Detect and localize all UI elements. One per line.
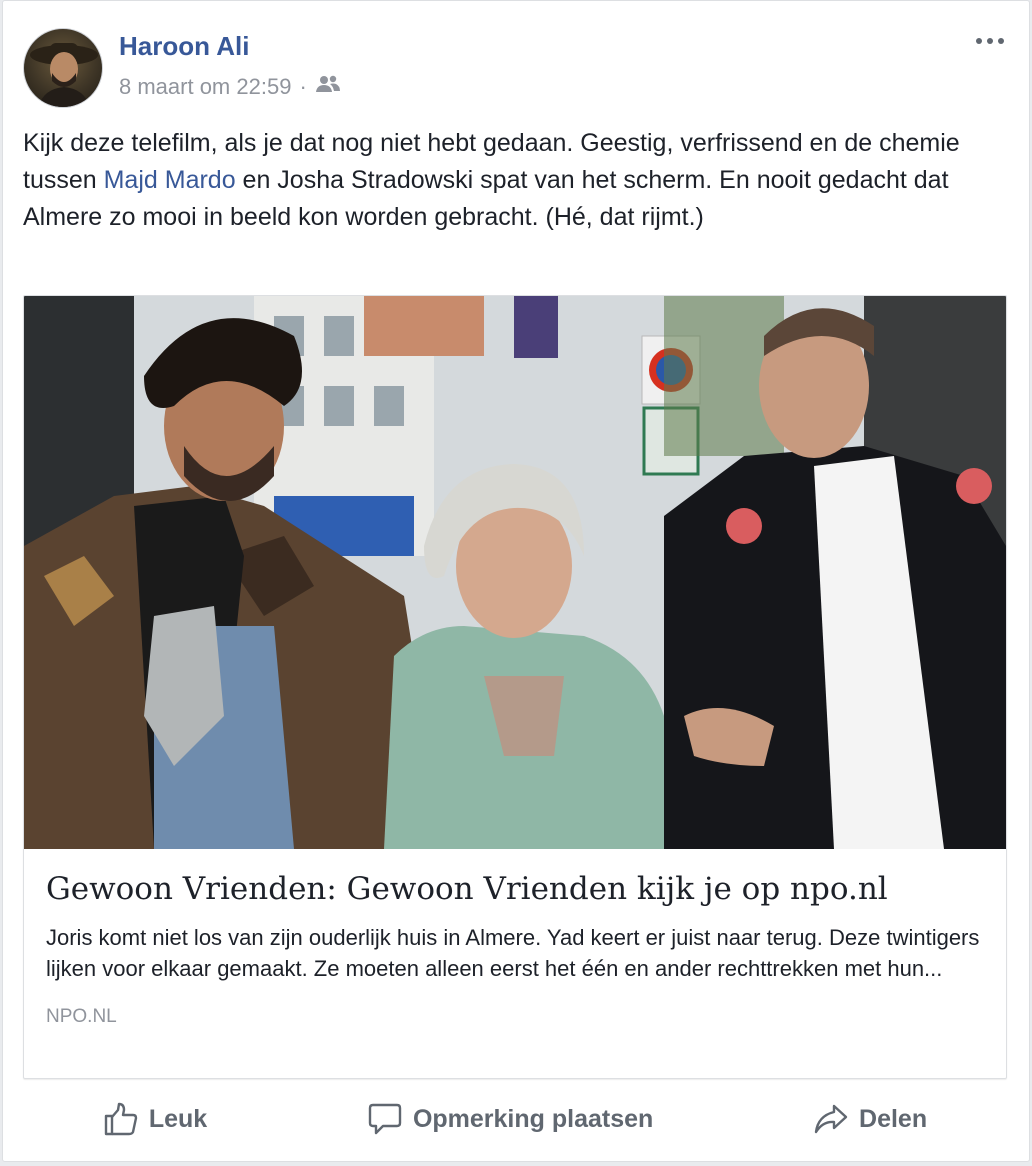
link-preview-image[interactable]	[24, 296, 1006, 849]
author-name[interactable]: Haroon Ali	[119, 31, 249, 62]
like-button[interactable]: Leuk	[103, 1101, 207, 1137]
comment-bubble-icon	[368, 1103, 402, 1135]
like-label: Leuk	[148, 1104, 208, 1133]
author-avatar[interactable]	[23, 28, 103, 108]
facebook-post: Haroon Ali 8 maart om 22:59 · Kijk deze …	[2, 0, 1030, 1162]
mention-link[interactable]: Majd Mardo	[104, 166, 236, 194]
link-preview-body: Gewoon Vrienden: Gewoon Vrienden kijk je…	[46, 868, 986, 1028]
link-title[interactable]: Gewoon Vrienden: Gewoon Vrienden kijk je…	[46, 868, 986, 910]
share-label: Delen	[859, 1104, 928, 1133]
link-description: Joris komt niet los van zijn ouderlijk h…	[46, 925, 980, 981]
post-message: Kijk deze telefilm, als je dat nog niet …	[23, 125, 1013, 236]
more-options-icon[interactable]	[973, 29, 1007, 53]
post-actions: Leuk Opmerking plaatsen Delen	[23, 1095, 1007, 1143]
thumbs-up-icon	[104, 1102, 138, 1136]
comment-button[interactable]: Opmerking plaatsen	[367, 1101, 653, 1137]
share-button[interactable]: Delen	[813, 1101, 927, 1137]
share-arrow-icon	[814, 1104, 848, 1134]
link-preview-card[interactable]: Gewoon Vrienden: Gewoon Vrienden kijk je…	[23, 295, 1007, 1079]
post-meta: 8 maart om 22:59 ·	[119, 73, 341, 101]
comment-label: Opmerking plaatsen	[412, 1104, 654, 1133]
link-domain: NPO.NL	[46, 1006, 117, 1027]
post-timestamp[interactable]: 8 maart om 22:59	[119, 74, 291, 100]
meta-separator: ·	[299, 74, 307, 99]
friends-icon[interactable]	[315, 74, 341, 100]
